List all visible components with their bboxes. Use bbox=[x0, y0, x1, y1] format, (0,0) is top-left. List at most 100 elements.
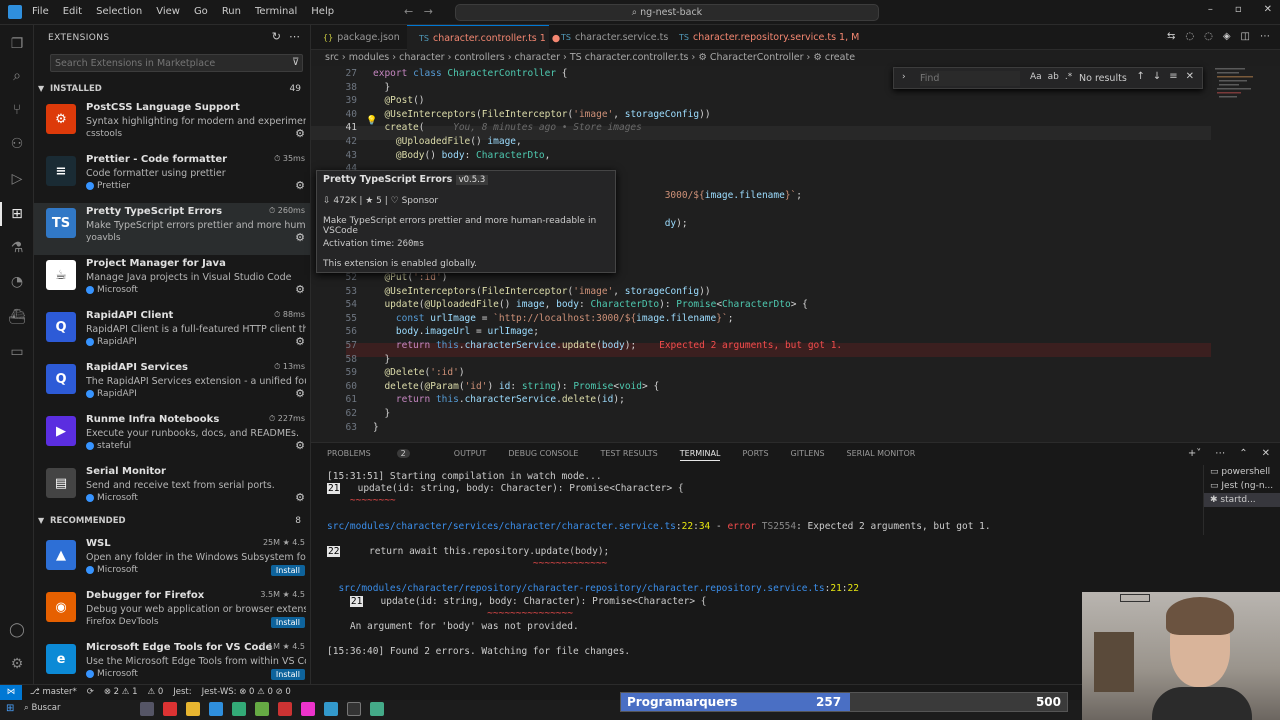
regex-icon[interactable]: .* bbox=[1065, 72, 1072, 82]
close-panel-icon[interactable]: ✕ bbox=[1262, 448, 1270, 459]
more-icon[interactable]: ⋯ bbox=[1215, 448, 1225, 459]
source-control-icon[interactable]: ⑂ bbox=[8, 101, 26, 119]
filter-icon[interactable]: ⊽ bbox=[292, 57, 299, 68]
extension-item-rapidapi-client[interactable]: Q RapidAPI Client RapidAPI Client is a f… bbox=[34, 307, 310, 359]
app-icon[interactable] bbox=[278, 702, 292, 716]
tab-test-results[interactable]: TEST RESULTS bbox=[600, 449, 657, 461]
tab-debug-console[interactable]: DEBUG CONSOLE bbox=[508, 449, 578, 461]
warnings-status[interactable]: ⚠ 0 bbox=[148, 687, 164, 697]
breadcrumb[interactable]: src › modules › character › controllers … bbox=[325, 52, 855, 63]
manage-gear-icon[interactable]: ⚙ bbox=[295, 179, 305, 192]
branch-status[interactable]: ⎇ master* bbox=[30, 687, 77, 697]
tab-ports[interactable]: PORTS bbox=[742, 449, 768, 461]
testing-icon[interactable]: ⚗ bbox=[8, 239, 26, 257]
installed-section-header[interactable]: ▼ INSTALLED 49 bbox=[34, 82, 310, 96]
extension-item-java-pm[interactable]: ☕ Project Manager for Java Manage Java p… bbox=[34, 255, 310, 307]
minimap[interactable] bbox=[1213, 66, 1265, 146]
install-button[interactable]: Install bbox=[270, 565, 305, 576]
menu-selection[interactable]: Selection bbox=[96, 6, 142, 17]
menu-go[interactable]: Go bbox=[194, 6, 208, 17]
forward-icon[interactable]: ◌ bbox=[1204, 31, 1213, 42]
remote-explorer-icon[interactable]: ▭ bbox=[8, 343, 26, 361]
file-explorer-icon[interactable] bbox=[186, 702, 200, 716]
back-arrow-icon[interactable]: ← bbox=[404, 5, 413, 18]
gitlens-toggle-icon[interactable]: ◈ bbox=[1223, 31, 1231, 42]
extension-item-runme[interactable]: ▶ Runme Infra Notebooks Execute your run… bbox=[34, 411, 310, 463]
extension-item-wsl[interactable]: ▲ WSL Open any folder in the Windows Sub… bbox=[34, 535, 310, 587]
manage-gear-icon[interactable]: ⚙ bbox=[295, 335, 305, 348]
next-match-icon[interactable]: ↓ bbox=[1153, 71, 1161, 82]
jest-ws-status[interactable]: Jest-WS: ⊗ 0 ⚠ 0 ⊘ 0 bbox=[202, 687, 291, 697]
maximize-panel-icon[interactable]: ⌃ bbox=[1239, 448, 1247, 459]
minimize-icon[interactable]: – bbox=[1208, 4, 1213, 15]
extensions-icon[interactable]: ⊞ bbox=[0, 202, 26, 226]
find-in-selection-icon[interactable]: ≡ bbox=[1169, 71, 1177, 82]
whole-word-icon[interactable]: ab bbox=[1048, 72, 1059, 82]
extension-item-edge-tools[interactable]: e Microsoft Edge Tools for VS Code Use t… bbox=[34, 639, 310, 684]
extension-item-pretty-ts-errors[interactable]: TS Pretty TypeScript Errors Make TypeScr… bbox=[34, 203, 310, 255]
extension-item-prettier[interactable]: ≡ Prettier - Code formatter Code formatt… bbox=[34, 151, 310, 203]
tab-character-repository-service[interactable]: TS character.repository.service.ts 1, M bbox=[667, 25, 867, 50]
manage-gear-icon[interactable]: ⚙ bbox=[295, 387, 305, 400]
expand-replace-icon[interactable]: › bbox=[902, 72, 906, 82]
forward-arrow-icon[interactable]: → bbox=[424, 5, 433, 18]
menu-terminal[interactable]: Terminal bbox=[255, 6, 297, 17]
menu-view[interactable]: View bbox=[156, 6, 180, 17]
extension-item-rapidapi-services[interactable]: Q RapidAPI Services The RapidAPI Service… bbox=[34, 359, 310, 411]
match-case-icon[interactable]: Aa bbox=[1030, 72, 1042, 82]
back-icon[interactable]: ◌ bbox=[1185, 31, 1194, 42]
windows-start-icon[interactable]: ⊞ bbox=[6, 703, 14, 714]
lightbulb-icon[interactable]: 💡 bbox=[366, 116, 377, 126]
tab-character-service[interactable]: TS character.service.ts bbox=[549, 25, 668, 50]
menu-file[interactable]: File bbox=[32, 6, 49, 17]
explorer-icon[interactable]: ❐ bbox=[8, 35, 26, 53]
remote-indicator-icon[interactable]: ⋈ bbox=[0, 685, 22, 701]
tab-package-json[interactable]: {} package.json bbox=[311, 25, 407, 50]
menu-help[interactable]: Help bbox=[311, 6, 334, 17]
tab-problems[interactable]: PROBLEMS 2 bbox=[327, 449, 432, 461]
menu-run[interactable]: Run bbox=[222, 6, 241, 17]
terminal-app-icon[interactable] bbox=[347, 702, 361, 716]
split-editor-icon[interactable]: ◫ bbox=[1241, 31, 1250, 42]
extension-item-postcss[interactable]: ⚙ PostCSS Language Support Syntax highli… bbox=[34, 99, 310, 151]
menu-edit[interactable]: Edit bbox=[63, 6, 82, 17]
problems-status[interactable]: ⊗ 2 ⚠ 1 bbox=[104, 687, 138, 697]
tab-serial-monitor[interactable]: SERIAL MONITOR bbox=[847, 449, 916, 461]
previous-match-icon[interactable]: ↑ bbox=[1136, 71, 1144, 82]
jest-status[interactable]: Jest: bbox=[173, 687, 191, 697]
app-icon[interactable] bbox=[232, 702, 246, 716]
tab-character-controller[interactable]: TS character.controller.ts 1 ● bbox=[407, 25, 560, 50]
vscode-taskbar-icon[interactable] bbox=[209, 702, 223, 716]
terminal-item-powershell[interactable]: ▭ powershell bbox=[1204, 465, 1280, 479]
brave-icon[interactable] bbox=[163, 702, 177, 716]
terminal-item-jest[interactable]: ▭ Jest (ng-n... bbox=[1204, 479, 1280, 493]
manage-gear-icon[interactable]: ⚙ bbox=[295, 439, 305, 452]
recommended-section-header[interactable]: ▼ RECOMMENDED 8 bbox=[34, 514, 310, 528]
task-view-icon[interactable] bbox=[140, 702, 154, 716]
extension-search-input[interactable] bbox=[50, 54, 303, 72]
install-button[interactable]: Install bbox=[270, 617, 305, 628]
app-icon[interactable] bbox=[255, 702, 269, 716]
more-icon[interactable]: ⋯ bbox=[1260, 31, 1270, 42]
app-icon[interactable] bbox=[301, 702, 315, 716]
tab-output[interactable]: OUTPUT bbox=[454, 449, 487, 461]
close-window-icon[interactable]: ✕ bbox=[1264, 4, 1272, 15]
git-graph-icon[interactable]: ⚇ bbox=[8, 135, 26, 153]
extension-item-serial-monitor[interactable]: ▤ Serial Monitor Send and receive text f… bbox=[34, 463, 310, 515]
find-input[interactable] bbox=[920, 71, 1020, 86]
tab-terminal[interactable]: TERMINAL bbox=[679, 449, 721, 461]
search-activity-icon[interactable]: ⌕ bbox=[8, 67, 26, 85]
sync-status[interactable]: ⟳ bbox=[87, 687, 94, 697]
install-button[interactable]: Install bbox=[270, 669, 305, 680]
run-debug-icon[interactable]: ▷ bbox=[8, 170, 26, 188]
tab-gitlens[interactable]: GITLENS bbox=[791, 449, 825, 461]
manage-gear-icon[interactable]: ⚙ bbox=[295, 283, 305, 296]
docker-icon[interactable]: ⛴ bbox=[8, 308, 26, 326]
manage-gear-icon[interactable]: ⚙ bbox=[295, 127, 305, 140]
extension-item-firefox-debugger[interactable]: ◉ Debugger for Firefox Debug your web ap… bbox=[34, 587, 310, 639]
app-icon[interactable] bbox=[324, 702, 338, 716]
manage-gear-icon[interactable]: ⚙ bbox=[295, 231, 305, 244]
refresh-icon[interactable]: ↻ bbox=[272, 30, 281, 43]
account-icon[interactable]: ◯ bbox=[8, 621, 26, 639]
more-actions-icon[interactable]: ⋯ bbox=[289, 30, 300, 43]
